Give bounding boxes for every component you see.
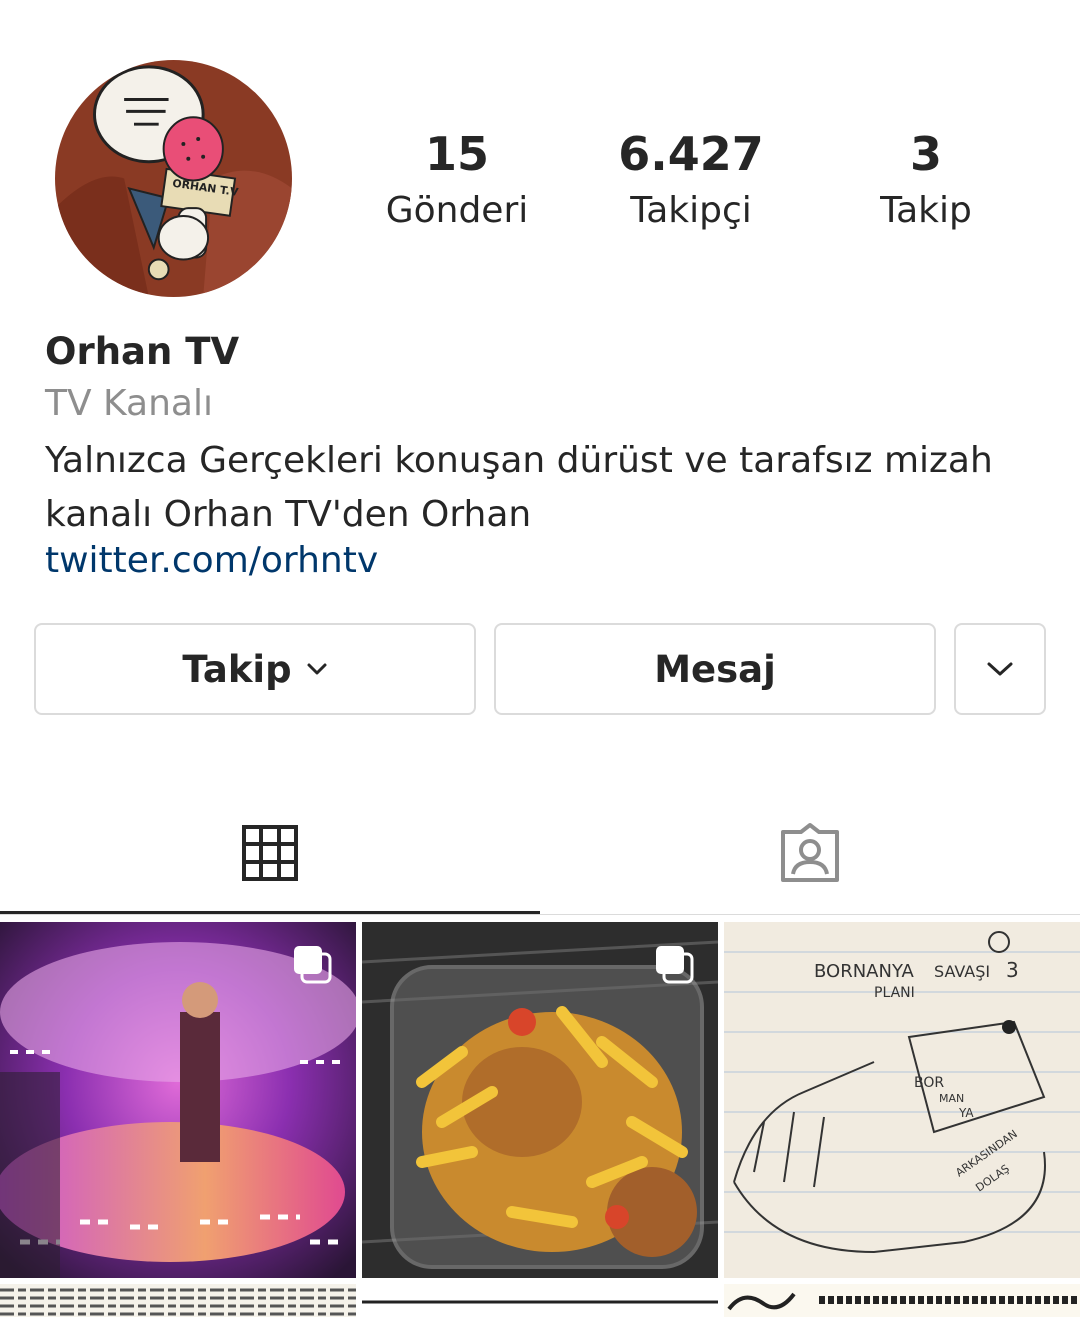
profile-bio: Yalnızca Gerçekleri konuşan dürüst ve ta… [45, 440, 993, 535]
stat-following[interactable]: 3 Takip [826, 126, 1026, 236]
svg-text:3: 3 [1006, 958, 1019, 982]
post-thumbnail[interactable] [362, 1284, 718, 1317]
posts-label: Gönderi [385, 190, 529, 231]
post-thumbnail[interactable]: BORNANYA SAVAŞI 3 PLANI BOR MAN YA ARKAS… [724, 922, 1080, 1278]
post-thumbnail[interactable] [362, 922, 718, 1278]
svg-text:BOR: BOR [914, 1075, 944, 1091]
svg-text:YA: YA [958, 1106, 974, 1120]
following-count: 3 [909, 127, 942, 181]
stat-posts[interactable]: 15 Gönderi [357, 126, 557, 236]
multi-photo-icon [290, 942, 334, 986]
profile-name: Orhan TV [45, 330, 240, 373]
chevron-down-icon [306, 662, 328, 676]
posts-count: 15 [424, 127, 489, 181]
chevron-down-icon [986, 661, 1014, 677]
grid-icon [242, 824, 298, 881]
tab-divider [0, 914, 1080, 915]
profile-avatar[interactable]: ORHAN T.V [55, 60, 292, 297]
following-label: Takip [880, 190, 972, 231]
followers-label: Takipçi [630, 190, 752, 231]
post-thumbnail[interactable] [0, 922, 356, 1278]
suggested-accounts-button[interactable] [954, 623, 1046, 715]
multi-photo-icon [652, 942, 696, 986]
svg-text:MAN: MAN [939, 1092, 964, 1105]
stat-followers[interactable]: 6.427 Takipçi [591, 126, 791, 236]
tagged-icon [779, 822, 841, 884]
followers-count: 6.427 [618, 127, 764, 181]
follow-button-label: Takip [182, 647, 292, 691]
svg-text:BORNANYA: BORNANYA [814, 961, 915, 982]
svg-text:SAVAŞI: SAVAŞI [934, 962, 990, 981]
profile-category: TV Kanalı [45, 383, 213, 424]
profile-link[interactable]: twitter.com/orhntv [45, 540, 378, 581]
message-button-label: Mesaj [654, 647, 776, 691]
post-thumbnail[interactable] [0, 1284, 356, 1317]
tab-tagged[interactable] [540, 790, 1080, 915]
tab-grid[interactable] [0, 790, 540, 915]
post-thumbnail[interactable] [724, 1284, 1080, 1317]
message-button[interactable]: Mesaj [494, 623, 936, 715]
follow-button[interactable]: Takip [34, 623, 476, 715]
svg-text:PLANI: PLANI [874, 985, 915, 1001]
